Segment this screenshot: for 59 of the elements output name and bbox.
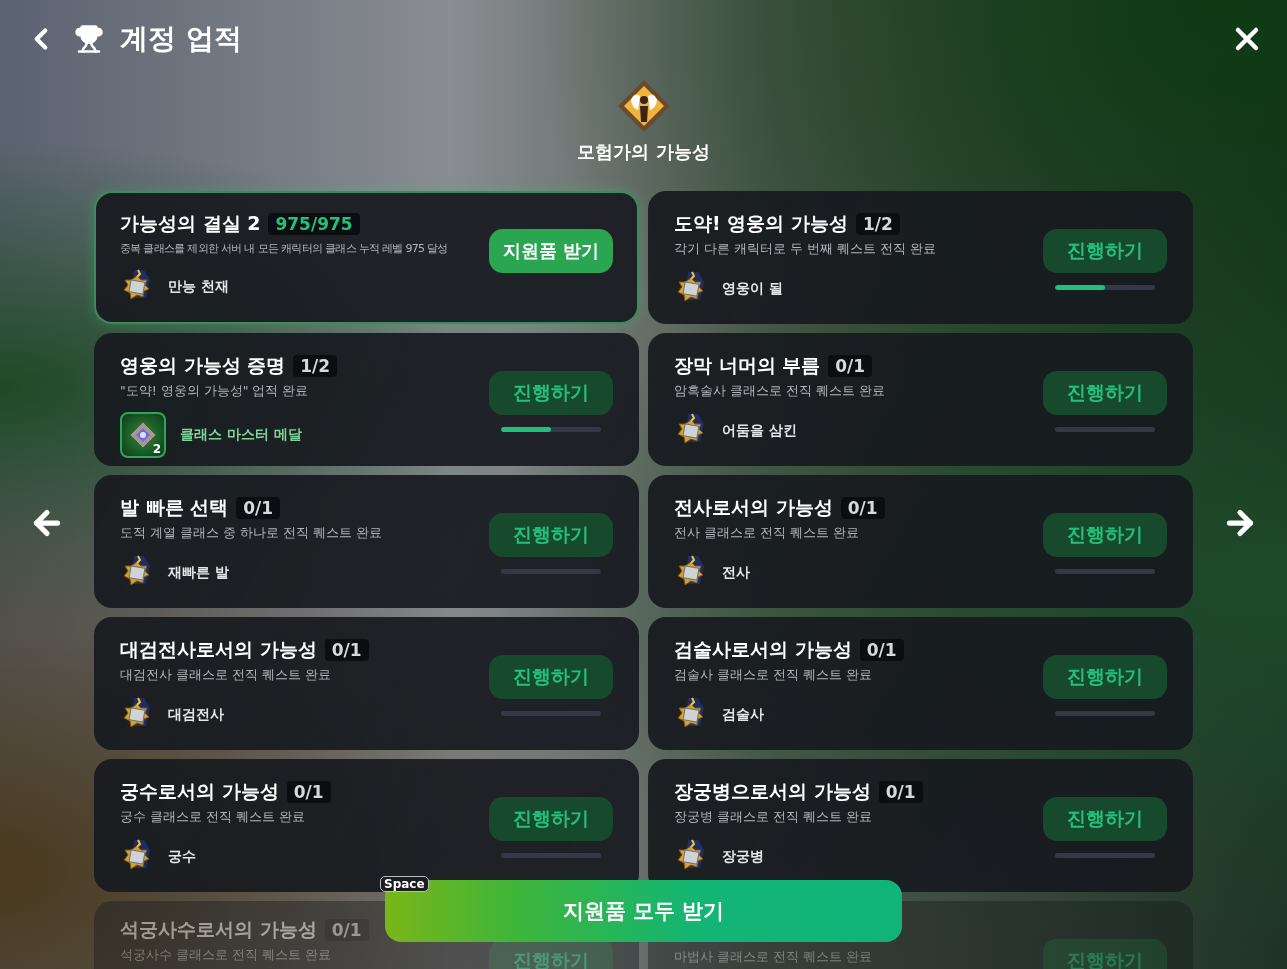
- progress-count: 0/1: [840, 497, 885, 519]
- achievement-description: 석궁사수 클래스로 전직 퀘스트 완료: [120, 947, 332, 964]
- go-button[interactable]: 진행하기: [1043, 371, 1167, 415]
- reward-name: 궁수: [168, 848, 196, 866]
- keyboard-shortcut-hint: Space: [380, 876, 429, 892]
- reward-name: 장궁병: [722, 848, 764, 866]
- achievement-title: 가능성의 결실 2: [120, 211, 261, 236]
- progress-count: 0/1: [828, 355, 873, 377]
- go-button[interactable]: 진행하기: [1043, 513, 1167, 557]
- achievement-description: "도약! 영웅의 가능성" 업적 완료: [120, 383, 310, 400]
- achievement-description: 궁수 클래스로 전직 퀘스트 완료: [120, 809, 306, 826]
- achievement-title: 전사로서의 가능성: [674, 495, 833, 520]
- achievement-title: 검술사로서의 가능성: [674, 637, 852, 662]
- progress-count: 0/1: [324, 639, 369, 661]
- progress-count: 0/1: [324, 919, 369, 941]
- achievement-description: 중복 클래스를 제외한 서버 내 모든 캐릭터의 클래스 누적 레벨 975 달성: [120, 241, 448, 256]
- achievement-title: 석궁사수로서의 가능성: [120, 917, 317, 942]
- reward-name: 영웅이 될: [722, 280, 783, 298]
- achievement-description: 검술사 클래스로 전직 퀘스트 완료: [674, 667, 873, 684]
- progress-count: 0/1: [878, 781, 923, 803]
- claim-reward-button[interactable]: 지원품 받기: [488, 229, 614, 273]
- achievement-description: 각기 다른 캐릭터로 두 번째 퀘스트 전직 완료: [674, 241, 936, 258]
- reward-name: 전사: [722, 564, 750, 582]
- achievement-description: 전사 클래스로 전직 퀘스트 완료: [674, 525, 860, 542]
- go-button[interactable]: 진행하기: [1043, 797, 1167, 841]
- go-button[interactable]: 진행하기: [489, 655, 613, 699]
- achievement-description: 장궁병 클래스로 전직 퀘스트 완료: [674, 809, 873, 826]
- progress-count: 0/1: [286, 781, 331, 803]
- go-button[interactable]: 진행하기: [489, 513, 613, 557]
- progress-count: 1/2: [855, 213, 900, 235]
- achievement-description: 암흑술사 클래스로 전직 퀘스트 완료: [674, 383, 885, 400]
- go-button[interactable]: 진행하기: [1043, 655, 1167, 699]
- achievement-title: 도약! 영웅의 가능성: [674, 211, 848, 236]
- achievement-description: 대검전사 클래스로 전직 퀘스트 완료: [120, 667, 332, 684]
- go-button[interactable]: 진행하기: [489, 371, 613, 415]
- reward-name: 어둠을 삼킨: [722, 422, 797, 440]
- progress-count: 0/1: [236, 497, 281, 519]
- reward-name: 클래스 마스터 메달: [180, 426, 302, 444]
- achievement-title: 대검전사로서의 가능성: [120, 637, 317, 662]
- reward-name: 만능 천재: [168, 278, 229, 296]
- go-button[interactable]: 진행하기: [489, 797, 613, 841]
- category-title: 모험가의 가능성: [577, 140, 710, 164]
- page-title: 계정 업적: [120, 21, 243, 57]
- go-button[interactable]: 진행하기: [1043, 229, 1167, 273]
- reward-name: 재빠른 발: [168, 564, 229, 582]
- progress-count: 975/975: [268, 213, 360, 235]
- reward-name: 대검전사: [168, 706, 224, 724]
- achievement-title: 장궁병으로서의 가능성: [674, 779, 871, 804]
- achievement-description: 마법사 클래스로 전직 퀘스트 완료: [674, 949, 872, 966]
- trophy-icon: [74, 24, 104, 54]
- progress-count: 1/2: [293, 355, 338, 377]
- progress-count: 0/1: [859, 639, 904, 661]
- achievement-title: 발 빠른 선택: [120, 495, 229, 520]
- item-quantity: 2: [152, 442, 161, 456]
- achievement-title: 장막 너머의 부름: [674, 353, 821, 378]
- achievement-title: 궁수로서의 가능성: [120, 779, 279, 804]
- achievement-title: 영웅의 가능성 증명: [120, 353, 286, 378]
- reward-name: 검술사: [722, 706, 764, 724]
- achievement-description: 도적 계열 클래스 중 하나로 전직 퀘스트 완료: [120, 525, 382, 542]
